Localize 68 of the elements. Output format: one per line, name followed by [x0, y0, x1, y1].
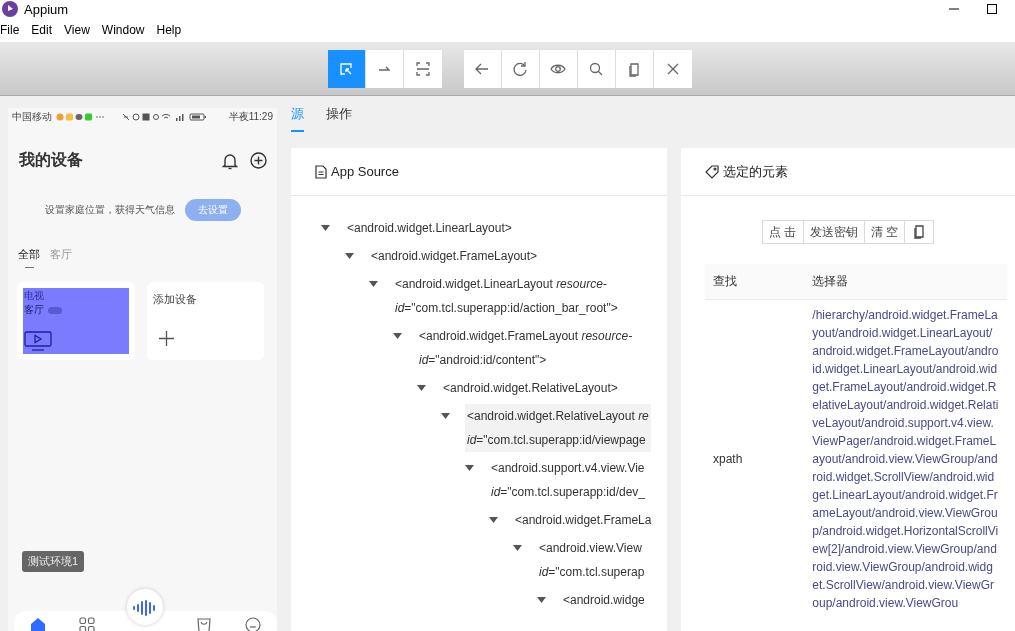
inspector-tab[interactable]: 操作 — [326, 104, 352, 132]
add-circle-icon[interactable] — [250, 152, 267, 169]
select-mode-button[interactable] — [327, 49, 366, 88]
device-card[interactable]: 电视 客厅 — [17, 282, 135, 360]
page-heading: 我的设备 — [19, 150, 84, 170]
menu-item[interactable]: Help — [156, 23, 188, 37]
tree-node-label[interactable]: <android.widge — [561, 588, 647, 612]
voice-button[interactable] — [127, 589, 164, 625]
document-icon — [315, 164, 327, 179]
home-icon[interactable] — [30, 617, 47, 631]
status-badge — [48, 306, 62, 314]
element-action-button[interactable]: 点 击 — [762, 220, 803, 244]
expanded-caret-icon[interactable] — [345, 253, 354, 259]
expanded-caret-icon[interactable] — [489, 517, 498, 523]
expanded-caret-icon[interactable] — [417, 385, 426, 391]
tree-node-label[interactable]: <android.widget.RelativeLayout re id="com.tcl.superapp:id/viewpage — [465, 404, 651, 452]
menu-item[interactable]: Edit — [31, 23, 59, 37]
plus-icon — [158, 331, 174, 346]
add-device-card[interactable]: 添加设备 — [146, 282, 264, 360]
expanded-caret-icon[interactable] — [537, 597, 546, 603]
carrier-label: 中国移动 — [12, 110, 52, 124]
expanded-caret-icon[interactable] — [513, 545, 522, 551]
select-icon — [338, 60, 354, 77]
column-header: 选择器 — [804, 264, 1007, 300]
expanded-caret-icon[interactable] — [321, 225, 330, 231]
search-icon — [588, 60, 604, 77]
expanded-caret-icon[interactable] — [465, 465, 474, 471]
window-title: Appium — [24, 1, 69, 17]
weather-hint: 设置家庭位置，获得天气信息 — [44, 203, 175, 217]
expanded-caret-icon[interactable] — [393, 333, 402, 339]
crop-icon — [414, 60, 431, 77]
selector-cell: /hierarchy/android.widget.FrameLayout/android.widget.LinearLayout/android.widget.FrameLayout/android.widget.LinearLayout/android.widget.FrameLayout/android.widget.RelativeLayout/android.widget.RelativeLayout/android.support.v4.view.ViewPager/android.widget.FrameLayout/android.view.ViewGroup/android.widget.ScrollView/android.widget.LinearLayout/android.widget.FrameLayout/android.view.ViewGroup/android.widget.HorizontalScrollView[2]/android.view.ViewGroup/android.view.ViewGroup/android.widget.ScrollView/android.view.ViewGroup/android.view.ViewGrou — [804, 299, 1007, 618]
menu-item[interactable]: Window — [101, 23, 151, 37]
expanded-caret-icon[interactable] — [369, 281, 378, 287]
grid-icon[interactable] — [78, 617, 95, 631]
tree-node-label[interactable]: <android.view.View id="com.tcl.superap — [537, 536, 647, 584]
tree-node-label[interactable]: <android.widget.LinearLayout> — [345, 216, 514, 240]
menu-item[interactable]: File — [0, 23, 26, 37]
column-header: 查找 — [705, 264, 805, 300]
status-icons-drawing — [56, 113, 106, 121]
tree-node-label[interactable]: <android.widget.FrameLa — [513, 508, 654, 532]
panel-title: App Source — [331, 164, 399, 179]
tree-node-label[interactable]: <android.widget.RelativeLayout> — [441, 376, 620, 400]
element-action-button[interactable]: 清 空 — [863, 220, 904, 244]
menu-item[interactable]: View — [64, 23, 96, 37]
bag-icon[interactable] — [196, 617, 213, 631]
maximize-icon[interactable] — [987, 4, 997, 14]
toast-message: 测试环境1 — [22, 551, 85, 572]
swipe-icon — [378, 66, 390, 71]
device-room: 客厅 — [24, 303, 44, 317]
room-tab[interactable]: 全部 — [18, 247, 40, 268]
smiley-icon[interactable] — [244, 617, 261, 631]
tag-icon — [705, 164, 719, 179]
bell-icon[interactable] — [222, 151, 238, 170]
add-device-label: 添加设备 — [152, 292, 198, 307]
strategy-cell: xpath — [705, 299, 805, 618]
device-name: 电视 — [24, 289, 45, 303]
copy-icon — [626, 60, 642, 77]
expanded-caret-icon[interactable] — [441, 413, 450, 419]
tv-icon — [24, 331, 52, 351]
clock-label: 半夜11:29 — [228, 110, 273, 124]
panel-title: 选定的元素 — [723, 162, 788, 181]
element-action-button[interactable]: 发送密钥 — [802, 220, 864, 244]
tree-node-label[interactable]: <android.widget.FrameLayout> — [369, 244, 540, 268]
tree-node-label[interactable]: <android.widget.FrameLayout resource- id="android:id/content"> — [417, 324, 635, 372]
refresh-icon — [512, 60, 528, 77]
tree-node-label[interactable]: <android.support.v4.view.Vie id="com.tcl.superapp:id/dev_ — [489, 456, 648, 504]
copy-button[interactable] — [903, 220, 934, 244]
